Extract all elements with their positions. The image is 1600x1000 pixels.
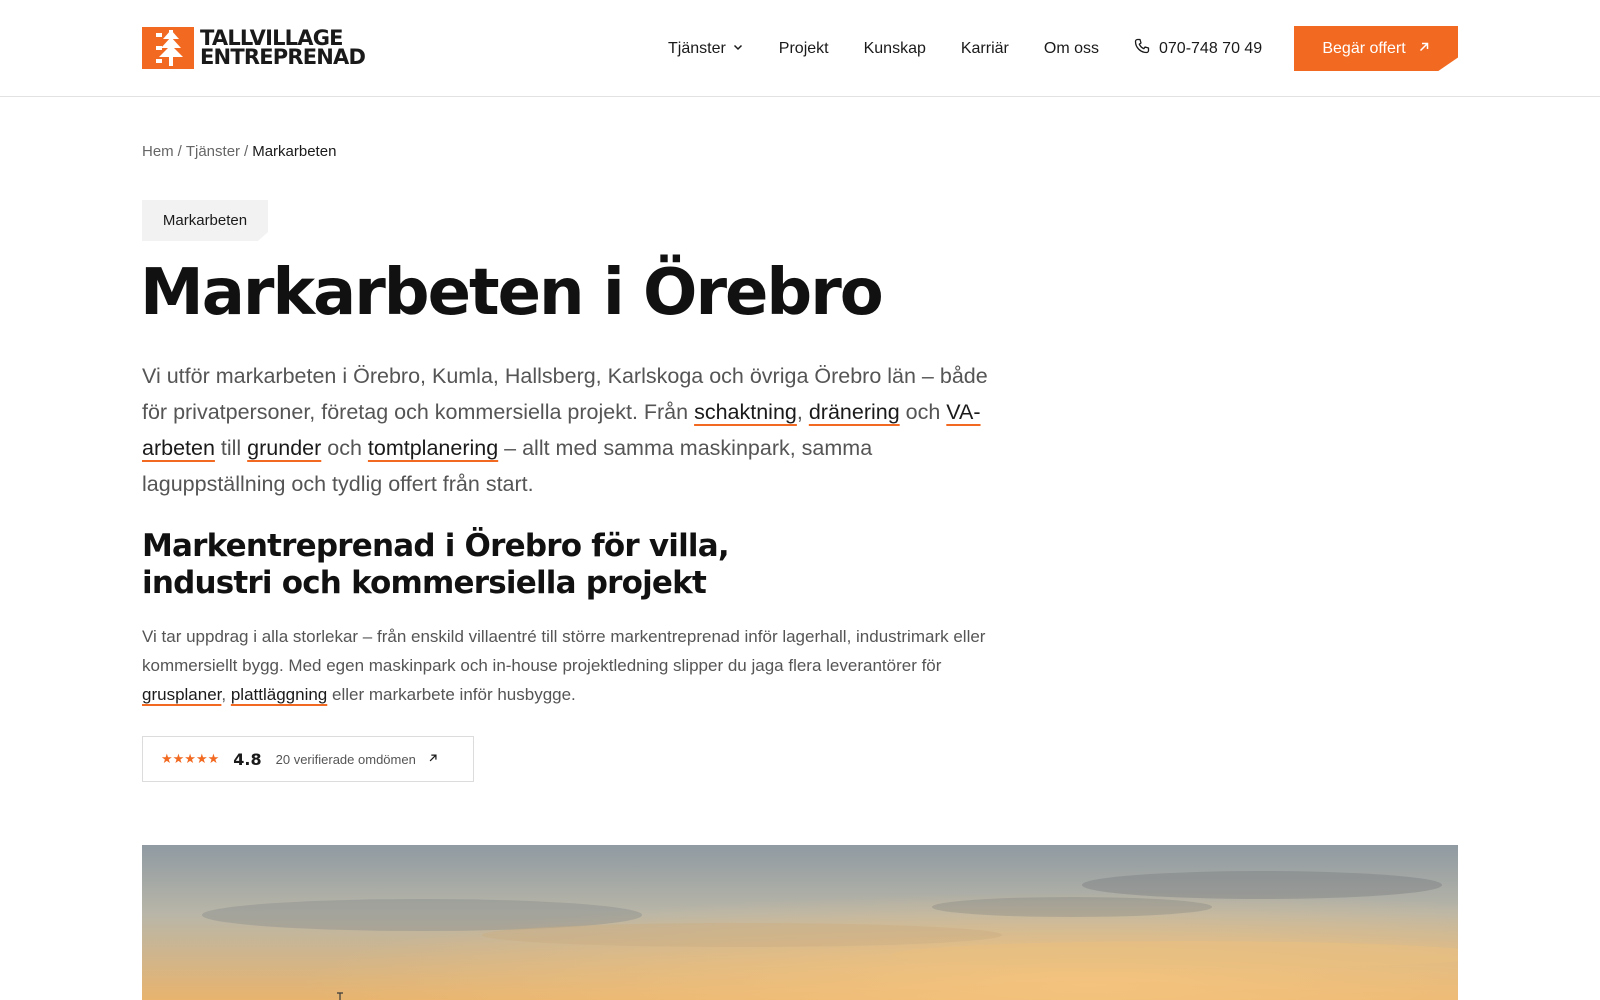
- link-grusplaner[interactable]: grusplaner: [142, 685, 221, 704]
- link-schaktning[interactable]: schaktning: [694, 400, 797, 424]
- main-nav: Tjänster Projekt Kunskap Karriär Om oss …: [668, 0, 1297, 97]
- intro-text: och: [899, 400, 947, 424]
- chevron-down-icon: [732, 40, 744, 58]
- hero-image: [142, 845, 1458, 1000]
- request-quote-button[interactable]: Begär offert: [1294, 26, 1458, 71]
- intro-text: till: [214, 436, 248, 460]
- phone-icon: [1134, 38, 1150, 59]
- tree-logo-icon: [142, 27, 194, 69]
- breadcrumb-home[interactable]: Hem: [142, 143, 174, 160]
- request-quote-label: Begär offert: [1322, 39, 1406, 57]
- arrow-up-right-icon: [1418, 40, 1430, 58]
- site-header: TALLVILLAGE ENTREPRENAD Tjänster Projekt…: [0, 0, 1600, 97]
- nav-item-om-oss[interactable]: Om oss: [1044, 40, 1099, 58]
- section-title-line-2: industri och kommersiella projekt: [142, 565, 707, 601]
- category-tag: Markarbeten: [142, 200, 268, 241]
- brand-logo[interactable]: TALLVILLAGE ENTREPRENAD: [142, 27, 366, 69]
- reviews-badge[interactable]: ★★★★★ 4.8 20 verifierade omdömen: [142, 736, 474, 782]
- body-text: ,: [221, 685, 231, 704]
- nav-item-karriar[interactable]: Karriär: [961, 40, 1009, 58]
- intro-text: och: [321, 436, 368, 460]
- section-title: Markentreprenad i Örebro för villa, indu…: [142, 528, 962, 602]
- arrow-up-right-icon: [428, 750, 438, 768]
- section-body: Vi tar uppdrag i alla storlekar – från e…: [142, 622, 1002, 709]
- body-text: eller markarbete inför husbygge.: [327, 685, 576, 704]
- phone-link[interactable]: 070-748 70 49: [1134, 38, 1262, 59]
- phone-number: 070-748 70 49: [1159, 39, 1263, 57]
- link-dranering[interactable]: dränering: [809, 400, 900, 424]
- star-rating-icon: ★★★★★: [161, 751, 220, 766]
- nav-item-label: Tjänster: [668, 39, 726, 57]
- nav-item-tjanster[interactable]: Tjänster: [668, 40, 744, 58]
- intro-text: ,: [796, 400, 809, 424]
- brand-line-2: ENTREPRENAD: [200, 45, 366, 69]
- breadcrumb-tjanster[interactable]: Tjänster: [186, 143, 240, 160]
- review-count: 20 verifierade omdömen: [275, 751, 416, 767]
- nav-item-kunskap[interactable]: Kunskap: [864, 40, 926, 58]
- link-plattlaggning[interactable]: plattläggning: [231, 685, 327, 704]
- breadcrumb-separator: /: [177, 143, 182, 160]
- page-title: Markarbeten i Örebro: [140, 256, 884, 330]
- link-grunder[interactable]: grunder: [247, 436, 321, 460]
- rating-score: 4.8: [233, 749, 262, 769]
- breadcrumb-current: Markarbeten: [252, 143, 337, 160]
- section-title-line-1: Markentreprenad i Örebro för villa,: [142, 528, 730, 564]
- nav-item-projekt[interactable]: Projekt: [779, 40, 829, 58]
- brand-wordmark: TALLVILLAGE ENTREPRENAD: [200, 28, 366, 69]
- intro-paragraph: Vi utför markarbeten i Örebro, Kumla, Ha…: [142, 358, 1002, 502]
- link-tomtplanering[interactable]: tomtplanering: [368, 436, 498, 460]
- breadcrumb-separator: /: [244, 143, 249, 160]
- body-text: Vi tar uppdrag i alla storlekar – från e…: [142, 627, 986, 675]
- breadcrumb: Hem / Tjänster / Markarbeten: [142, 143, 336, 160]
